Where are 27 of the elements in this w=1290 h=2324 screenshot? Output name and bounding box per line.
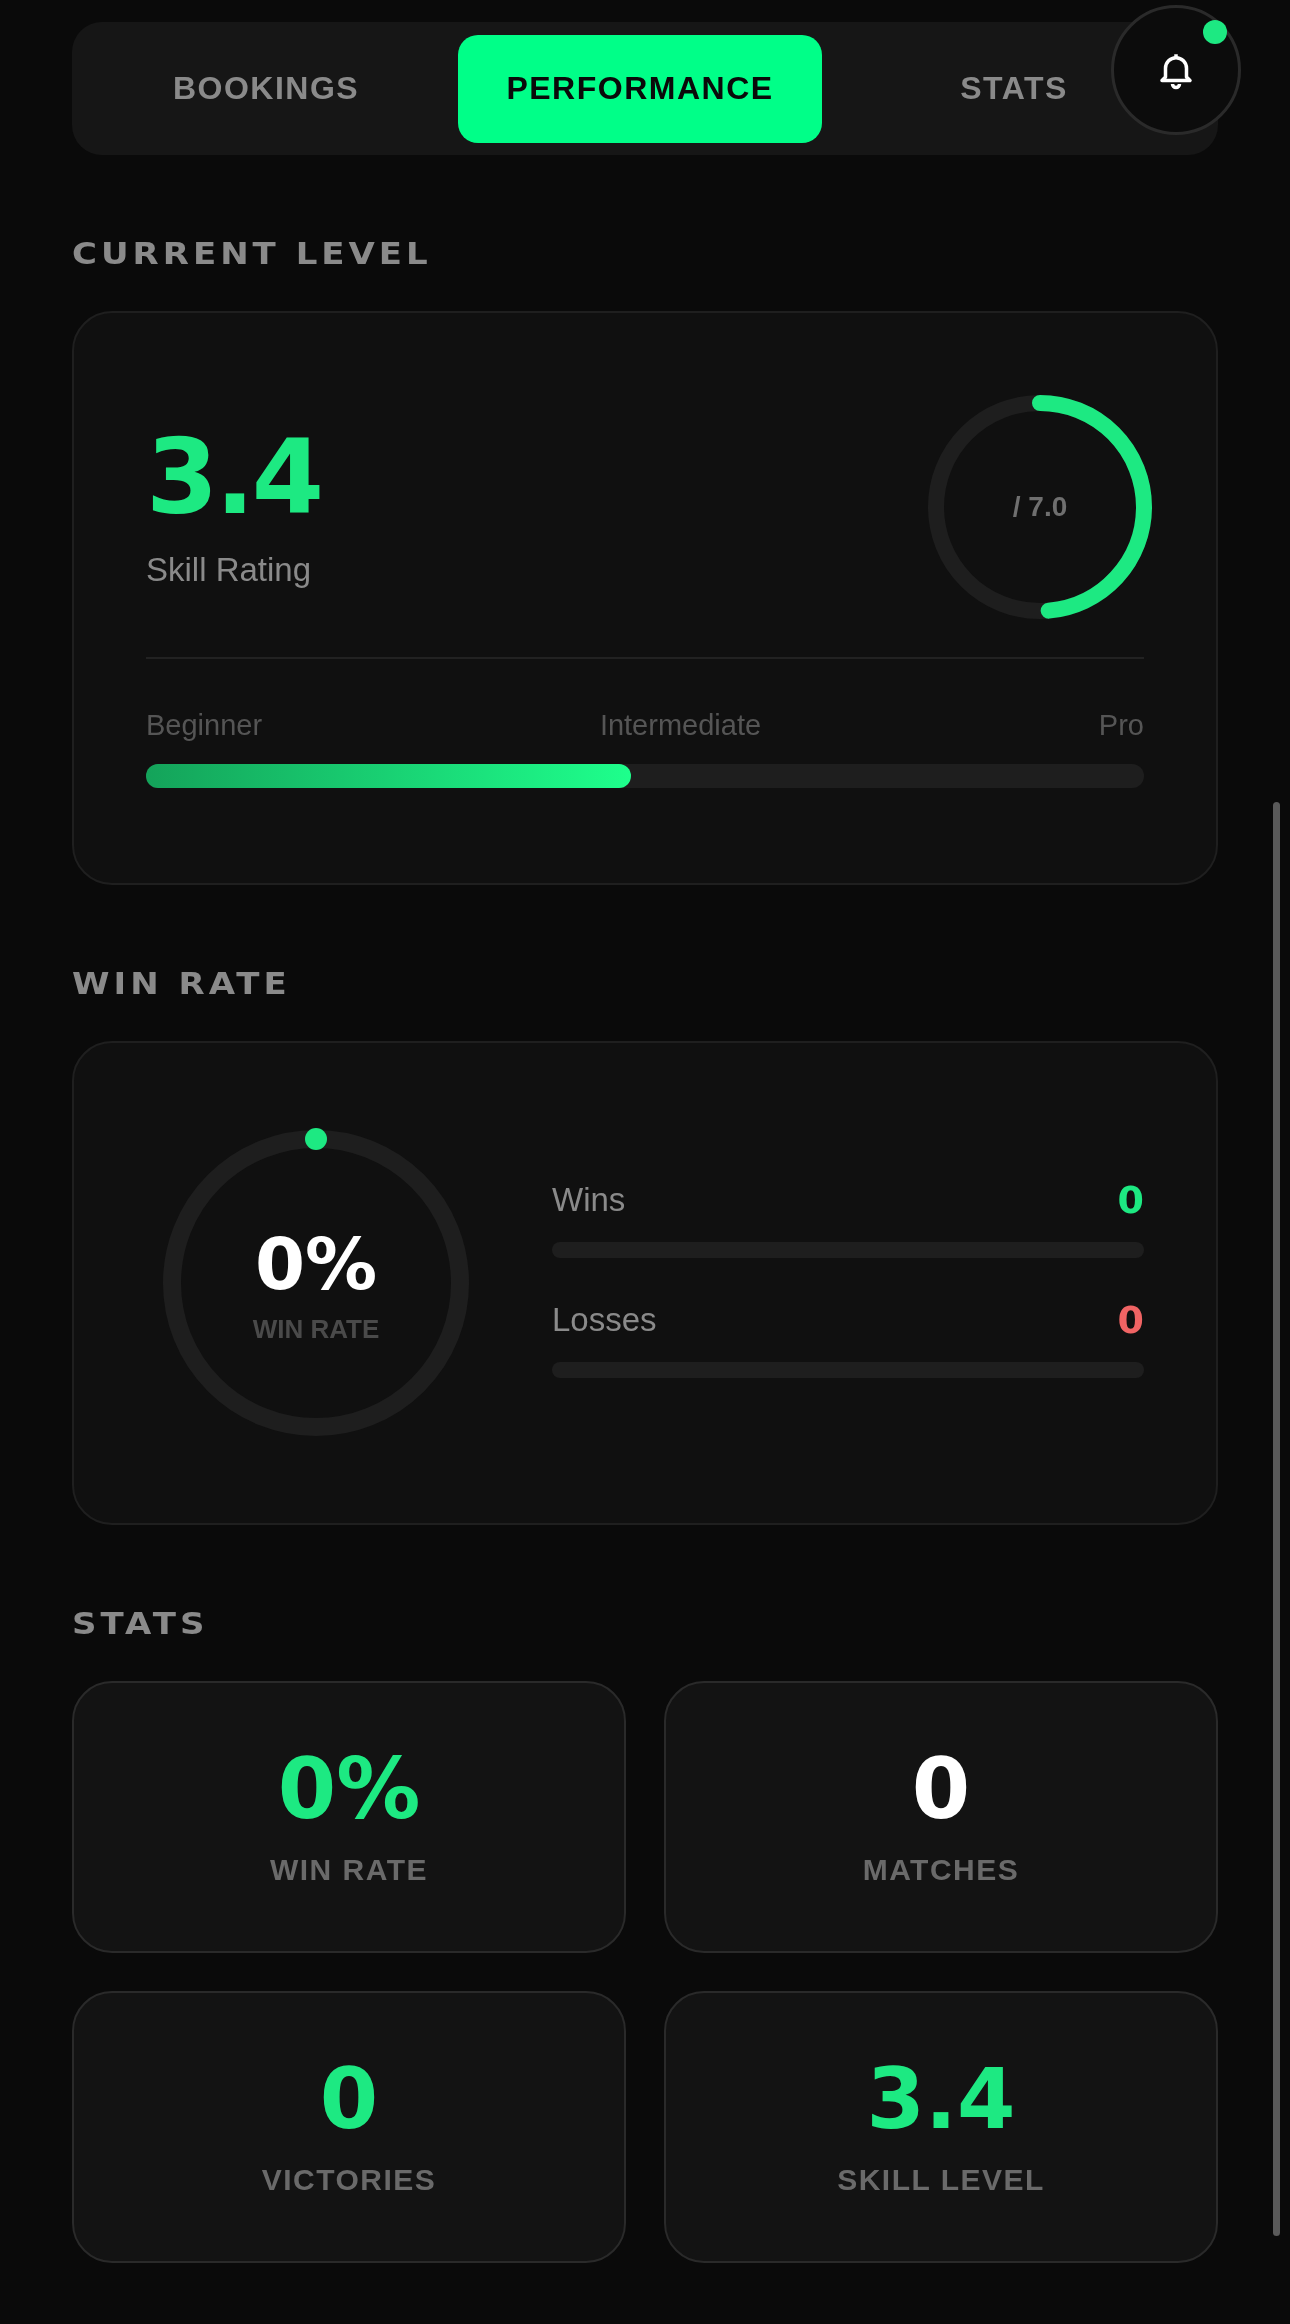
stat-value: 0: [319, 2057, 379, 2141]
stat-label: SKILL LEVEL: [837, 2163, 1045, 2197]
scale-label: Intermediate: [599, 709, 762, 742]
skill-rating-value: 3.4: [146, 425, 322, 529]
scale-label: Pro: [1098, 709, 1144, 742]
win-rate-label: WIN RATE: [252, 1313, 380, 1345]
section-heading: STATS: [72, 1605, 210, 1641]
rating-max-label: / 7.0: [1012, 491, 1068, 523]
stat-value: 0%: [277, 1747, 421, 1831]
section-heading: WIN RATE: [72, 965, 292, 1001]
tab[interactable]: STATS: [832, 34, 1196, 143]
scrollbar[interactable]: [1273, 802, 1280, 2236]
scale-label: Beginner: [146, 709, 263, 742]
section-heading: CURRENT LEVEL: [72, 235, 433, 271]
result-label: Wins: [552, 1181, 626, 1219]
stat-label: WIN RATE: [269, 1853, 429, 1887]
stat-value: 3.4: [866, 2057, 1016, 2141]
result-count: 0: [1117, 1298, 1144, 1342]
win-rate-value: 0%: [254, 1221, 378, 1306]
tab[interactable]: BOOKINGS: [84, 34, 448, 143]
stat-label: MATCHES: [862, 1853, 1020, 1887]
result-count: 0: [1117, 1178, 1144, 1222]
skill-rating-label: Skill Rating: [146, 551, 313, 589]
stat-label: VICTORIES: [261, 2163, 437, 2197]
tab[interactable]: PERFORMANCE: [458, 34, 822, 143]
stat-value: 0: [911, 1747, 971, 1831]
result-label: Losses: [552, 1301, 657, 1339]
